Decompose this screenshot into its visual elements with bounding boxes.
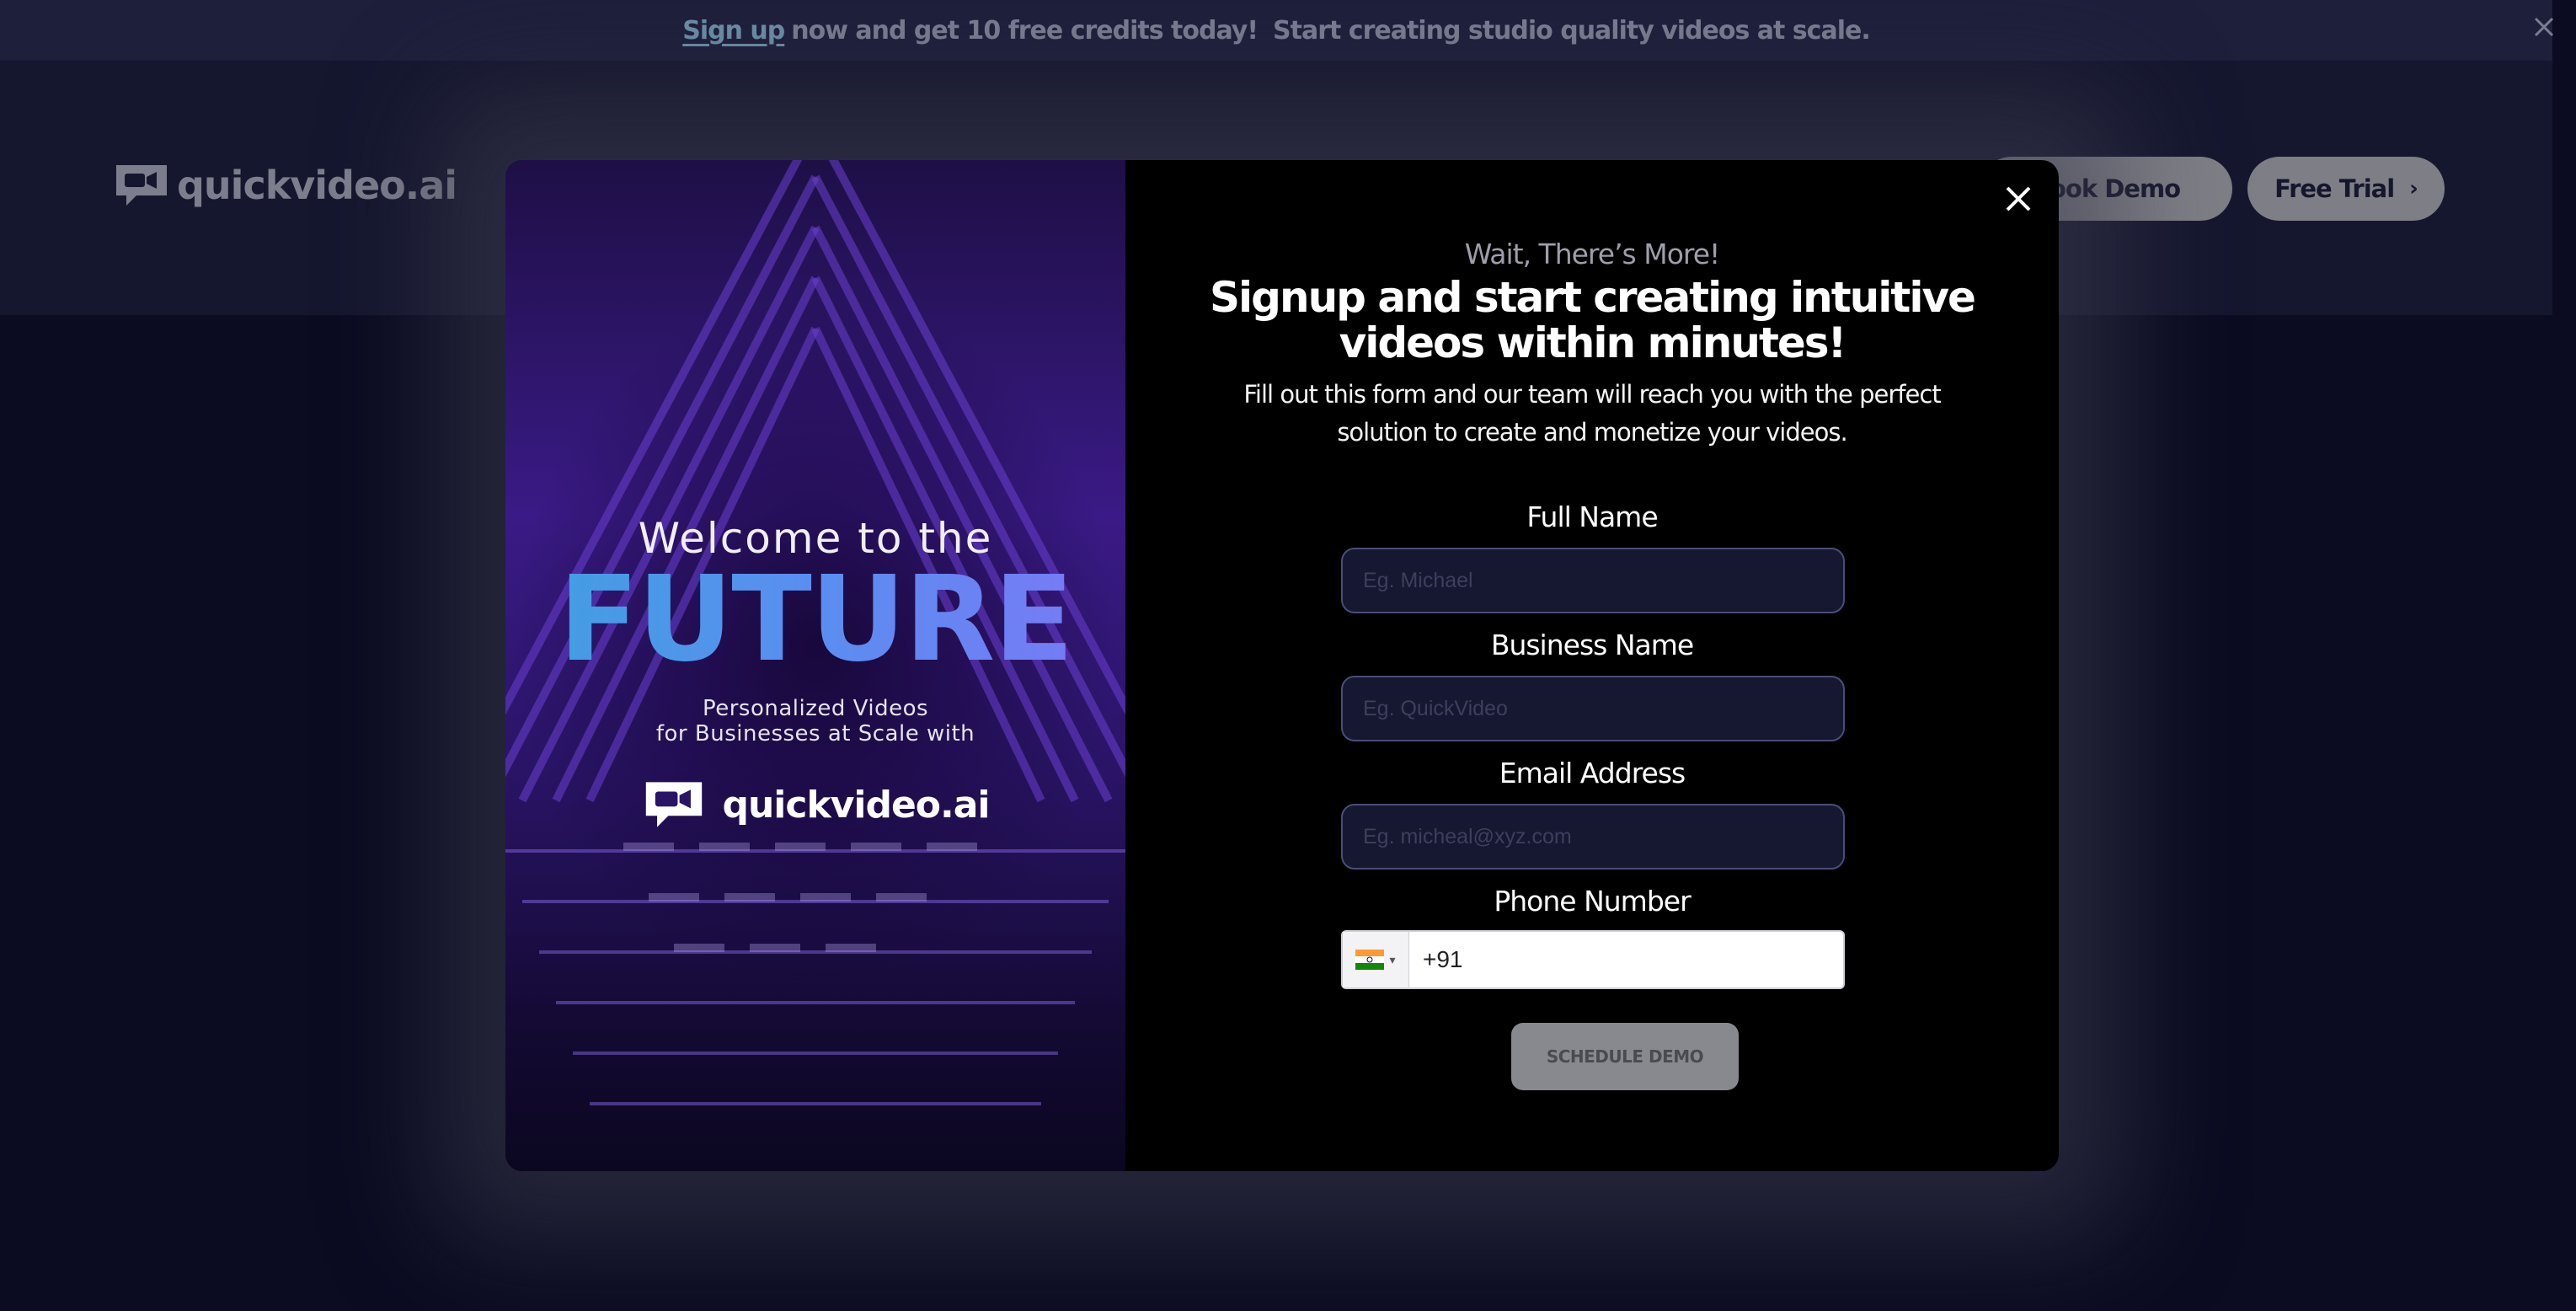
promo-panel: Welcome to the FUTURE Personalized Video… xyxy=(505,160,1125,1171)
modal-headline: Signup and start creating intuitive vide… xyxy=(1210,273,1976,367)
phone-label: Phone Number xyxy=(1494,885,1691,918)
modal-description: Fill out this form and our team will rea… xyxy=(1243,380,1941,447)
full-name-input[interactable] xyxy=(1341,548,1845,613)
video-camera-logo-icon xyxy=(116,165,167,206)
promo-subtitle: Personalized Videos for Businesses at Sc… xyxy=(505,696,1125,746)
announcement-bar: Sign up now and get 10 free credits toda… xyxy=(0,0,2552,61)
modal-kicker: Wait, There’s More! xyxy=(1464,238,1721,270)
close-icon xyxy=(2006,186,2031,211)
signup-form-panel: Wait, There’s More! Signup and start cre… xyxy=(1125,160,2059,1171)
india-flag-icon xyxy=(1355,950,1385,970)
signup-modal: Welcome to the FUTURE Personalized Video… xyxy=(505,160,2059,1171)
email-input[interactable] xyxy=(1341,804,1845,870)
future-text: FUTURE xyxy=(505,561,1125,679)
phone-field: ▾ xyxy=(1341,930,1845,989)
announcement-close-button[interactable] xyxy=(2529,12,2559,42)
announcement-tagline: Start creating studio quality videos at … xyxy=(1273,15,1871,45)
promo-subtitle-line-2: for Businesses at Scale with xyxy=(655,721,975,746)
chevron-right-icon: › xyxy=(2409,176,2418,201)
email-label: Email Address xyxy=(1499,757,1686,789)
business-name-input[interactable] xyxy=(1341,676,1845,741)
country-code-selector[interactable]: ▾ xyxy=(1343,932,1409,987)
promo-logo: quickvideo.ai xyxy=(505,779,1125,831)
promo-hero: Welcome to the FUTURE Personalized Video… xyxy=(505,514,1125,831)
logo-text: quickvideo.ai xyxy=(177,163,457,208)
schedule-demo-button[interactable]: SCHEDULE DEMO xyxy=(1511,1023,1739,1090)
modal-close-button[interactable] xyxy=(1998,179,2039,219)
business-name-label: Business Name xyxy=(1490,629,1694,661)
dropdown-caret-icon: ▾ xyxy=(1389,952,1396,966)
free-trial-button[interactable]: Free Trial › xyxy=(2247,157,2445,221)
close-icon xyxy=(2534,17,2554,37)
full-name-label: Full Name xyxy=(1526,500,1658,533)
promo-subtitle-line-1: Personalized Videos xyxy=(702,696,929,721)
video-camera-logo-icon xyxy=(646,782,703,827)
promo-logo-text: quickvideo.ai xyxy=(722,783,990,827)
signup-link[interactable]: Sign up xyxy=(682,16,785,45)
site-logo[interactable]: quickvideo.ai xyxy=(113,162,457,209)
phone-input[interactable] xyxy=(1409,932,1843,987)
announcement-message: now and get 10 free credits today! xyxy=(791,15,1259,45)
free-trial-label: Free Trial xyxy=(2274,174,2395,203)
